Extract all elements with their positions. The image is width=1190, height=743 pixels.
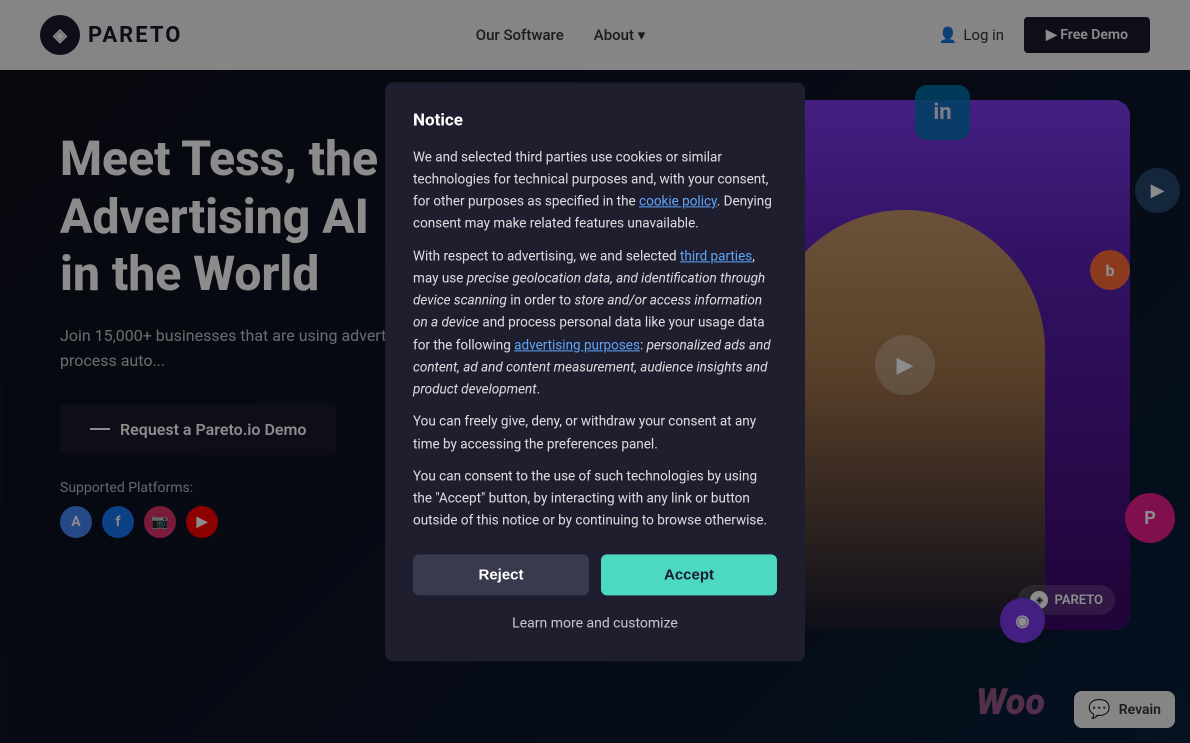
advertising-purposes-link[interactable]: advertising purposes [514, 337, 640, 353]
modal-body: We and selected third parties use cookie… [413, 146, 777, 532]
cookie-policy-link[interactable]: cookie policy [639, 193, 717, 209]
modal-title: Notice [413, 110, 777, 130]
accept-button[interactable]: Accept [601, 554, 777, 595]
cookie-modal: Notice We and selected third parties use… [385, 82, 805, 661]
modal-actions: Reject Accept [413, 554, 777, 595]
third-parties-link[interactable]: third parties [680, 248, 752, 264]
customize-link[interactable]: Learn more and customize [413, 609, 777, 637]
reject-button[interactable]: Reject [413, 554, 589, 595]
